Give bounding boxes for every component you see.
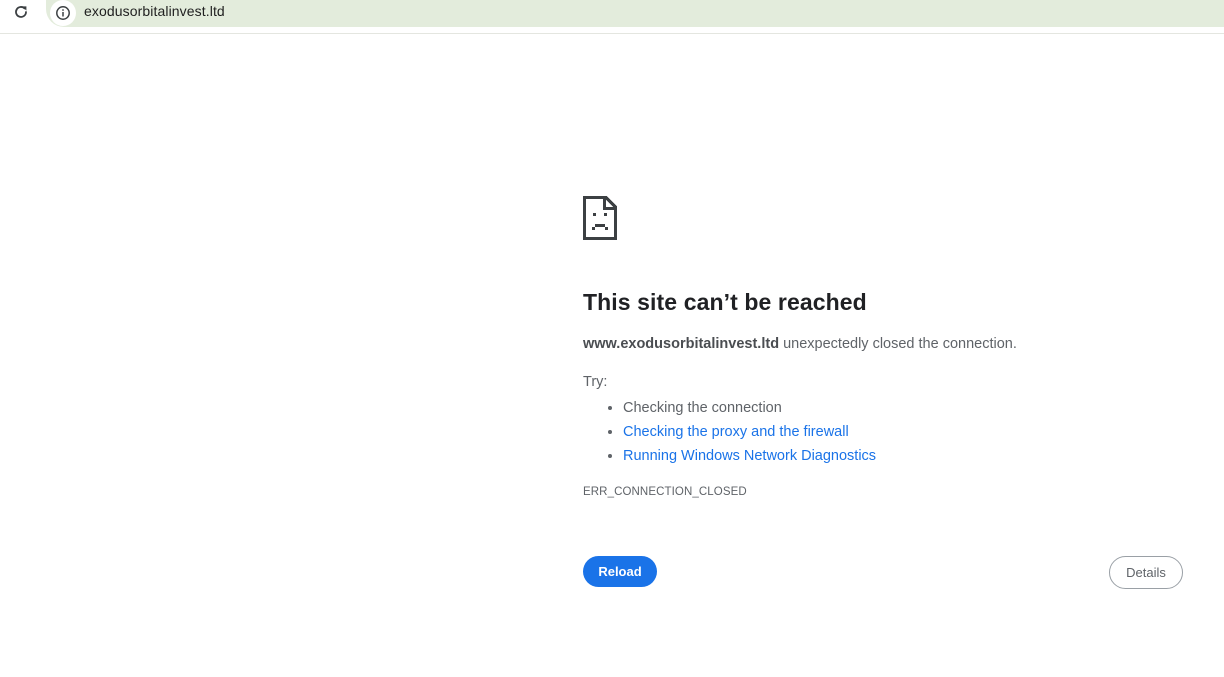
suggestions-list: Checking the connection Checking the pro… [583, 396, 1183, 468]
error-content: This site can’t be reached www.exodusorb… [583, 196, 1183, 498]
address-bar[interactable]: exodusorbitalinvest.ltd [46, 0, 1224, 27]
reload-button[interactable]: Reload [583, 556, 657, 587]
suggestion-network-diagnostics[interactable]: Running Windows Network Diagnostics [623, 444, 1183, 468]
info-icon[interactable] [50, 0, 76, 26]
url-text[interactable]: exodusorbitalinvest.ltd [84, 3, 225, 19]
try-label: Try: [583, 374, 608, 390]
page-title: This site can’t be reached [583, 289, 867, 315]
browser-toolbar: exodusorbitalinvest.ltd [0, 0, 1224, 34]
details-button[interactable]: Details [1109, 556, 1183, 589]
proxy-firewall-link[interactable]: Checking the proxy and the firewall [623, 424, 849, 440]
sad-page-icon [583, 196, 617, 240]
error-message: unexpectedly closed the connection. [779, 336, 1017, 352]
error-host: www.exodusorbitalinvest.ltd [583, 336, 780, 352]
suggestion-check-proxy-firewall[interactable]: Checking the proxy and the firewall [623, 420, 1183, 444]
error-description: www.exodusorbitalinvest.ltd unexpectedly… [583, 336, 1183, 352]
network-diagnostics-link[interactable]: Running Windows Network Diagnostics [623, 448, 876, 464]
error-code: ERR_CONNECTION_CLOSED [583, 486, 747, 498]
reload-icon[interactable] [10, 2, 32, 22]
suggestion-check-connection: Checking the connection [623, 396, 1183, 420]
